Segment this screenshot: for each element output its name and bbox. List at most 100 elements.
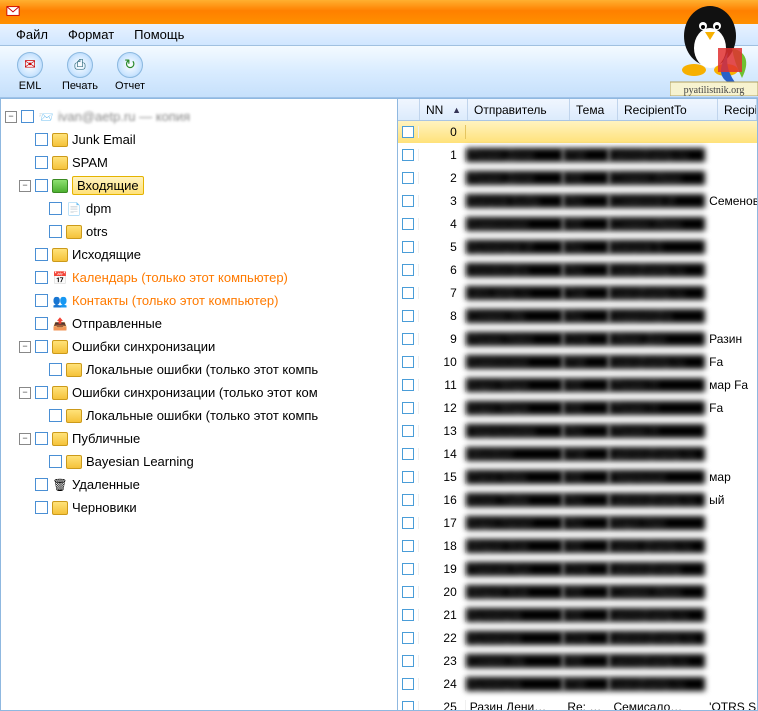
row-checkbox[interactable] bbox=[402, 126, 414, 138]
menu-file[interactable]: Файл bbox=[6, 25, 58, 44]
grid-row[interactable]: 4КаменскихREСемин Иван bbox=[398, 213, 757, 236]
grid-row[interactable]: 12Карл МаркREРазин НFa bbox=[398, 397, 757, 420]
tree-item-localerr2[interactable]: Локальные ошибки (только этот компь bbox=[86, 408, 318, 423]
tree-checkbox[interactable] bbox=[49, 225, 62, 238]
tree-item-public[interactable]: Публичные bbox=[72, 431, 140, 446]
row-checkbox[interactable] bbox=[402, 494, 414, 506]
tree-item-junk[interactable]: Junk Email bbox=[72, 132, 136, 147]
report-button[interactable]: ↻ Отчет bbox=[106, 49, 154, 95]
tree-checkbox[interactable] bbox=[35, 248, 48, 261]
tree-checkbox[interactable] bbox=[35, 294, 48, 307]
grid-row[interactable]: 10КаменскихFWivan@aetp.ruFa bbox=[398, 351, 757, 374]
tree-checkbox[interactable] bbox=[35, 133, 48, 146]
menu-format[interactable]: Формат bbox=[58, 25, 124, 44]
grid-row[interactable]: 20Марат КовREСемин Иван bbox=[398, 581, 757, 604]
row-checkbox[interactable] bbox=[402, 333, 414, 345]
tree-item-localerr[interactable]: Локальные ошибки (только этот компь bbox=[86, 362, 318, 377]
print-button[interactable]: ⎙ Печать bbox=[56, 49, 104, 95]
row-checkbox[interactable] bbox=[402, 287, 414, 299]
row-checkbox[interactable] bbox=[402, 517, 414, 529]
grid-body[interactable]: 01Разин ДениFWsemi@aetp.ru2Разин ДениREС… bbox=[398, 121, 757, 710]
tree-checkbox[interactable] bbox=[21, 110, 34, 123]
grid-row[interactable]: 9Разин НикоОтвИван ДанРазин bbox=[398, 328, 757, 351]
tree-checkbox[interactable] bbox=[35, 501, 48, 514]
row-checkbox[interactable] bbox=[402, 586, 414, 598]
collapse-icon[interactable]: − bbox=[19, 180, 31, 192]
row-checkbox[interactable] bbox=[402, 609, 414, 621]
tree-checkbox[interactable] bbox=[49, 455, 62, 468]
grid-row[interactable]: 16Клоп ТаймRe:admin@aetp.ruый bbox=[398, 489, 757, 512]
tree-checkbox[interactable] bbox=[49, 363, 62, 376]
grid-row[interactable]: 24КузнецовFWivan@aetp.ru bbox=[398, 673, 757, 696]
tree-checkbox[interactable] bbox=[35, 340, 48, 353]
grid-row[interactable]: 8Семин ИвRe:support@a bbox=[398, 305, 757, 328]
row-checkbox[interactable] bbox=[402, 195, 414, 207]
tree-checkbox[interactable] bbox=[49, 202, 62, 215]
row-checkbox[interactable] bbox=[402, 356, 414, 368]
row-checkbox[interactable] bbox=[402, 264, 414, 276]
column-sender[interactable]: Отправитель bbox=[468, 99, 570, 120]
tree-checkbox[interactable] bbox=[35, 478, 48, 491]
row-checkbox[interactable] bbox=[402, 632, 414, 644]
column-recipient[interactable]: RecipientTo bbox=[618, 99, 718, 120]
row-checkbox[interactable] bbox=[402, 172, 414, 184]
collapse-icon[interactable]: − bbox=[19, 433, 31, 445]
collapse-icon[interactable]: − bbox=[5, 111, 17, 123]
row-checkbox[interactable] bbox=[402, 402, 414, 414]
tree-root-label[interactable]: ivan@aetp.ru — копия bbox=[58, 109, 190, 124]
row-checkbox[interactable] bbox=[402, 241, 414, 253]
tree-item-spam[interactable]: SPAM bbox=[72, 155, 108, 170]
grid-row[interactable]: 14MonitorrFWadmin@aetp.ru bbox=[398, 443, 757, 466]
grid-row[interactable]: 17Карл НапитRe:Карл Нап bbox=[398, 512, 757, 535]
column-subject[interactable]: Тема bbox=[570, 99, 618, 120]
tree-checkbox[interactable] bbox=[35, 432, 48, 445]
grid-row[interactable]: 3Багров БобрRe:Семенов ИСеменов bbox=[398, 190, 757, 213]
tree-item-outbox[interactable]: Исходящие bbox=[72, 247, 141, 262]
tree-item-sent[interactable]: Отправленные bbox=[72, 316, 162, 331]
row-checkbox[interactable] bbox=[402, 149, 414, 161]
grid-row[interactable]: 1Разин ДениFWsemi@aetp.ru bbox=[398, 144, 757, 167]
grid-row[interactable]: 25Разин Дени…Re: …Семисало…'OTRS S bbox=[398, 696, 757, 710]
row-checkbox[interactable] bbox=[402, 379, 414, 391]
grid-row[interactable]: 18Марат КовREsemi @aetp.ru bbox=[398, 535, 757, 558]
row-checkbox[interactable] bbox=[402, 310, 414, 322]
grid-row[interactable]: 21КузнецовREsemi@aetp.ru bbox=[398, 604, 757, 627]
row-checkbox[interactable] bbox=[402, 701, 414, 710]
row-checkbox[interactable] bbox=[402, 425, 414, 437]
grid-row[interactable]: 7otrs.aetp.ruТикivan@aetp.ru bbox=[398, 282, 757, 305]
eml-button[interactable]: ✉ EML bbox=[6, 49, 54, 95]
row-checkbox[interactable] bbox=[402, 678, 414, 690]
grid-row[interactable]: 22КузнецовОтвadmin@aetp.ru bbox=[398, 627, 757, 650]
tree-item-syncerr2[interactable]: Ошибки синхронизации (только этот ком bbox=[72, 385, 318, 400]
tree-item-drafts[interactable]: Черновики bbox=[72, 500, 137, 515]
menu-help[interactable]: Помощь bbox=[124, 25, 194, 44]
tree-checkbox[interactable] bbox=[35, 179, 48, 192]
column-recipientcc[interactable]: Recipient bbox=[718, 99, 757, 120]
column-nn[interactable]: NN▲ bbox=[420, 99, 468, 120]
grid-row[interactable]: 11Карл МаркREРазин Нмар Fa bbox=[398, 374, 757, 397]
tree-checkbox[interactable] bbox=[35, 156, 48, 169]
row-checkbox[interactable] bbox=[402, 218, 414, 230]
grid-row[interactable]: 0 bbox=[398, 121, 757, 144]
grid-row[interactable]: 2Разин ДениREСемин Иван bbox=[398, 167, 757, 190]
grid-row[interactable]: 13ЧернышеваRe:Разин Н bbox=[398, 420, 757, 443]
tree-item-bayes[interactable]: Bayesian Learning bbox=[86, 454, 194, 469]
row-checkbox[interactable] bbox=[402, 471, 414, 483]
grid-row[interactable]: 19Таисия КусОтвadmin@aetp bbox=[398, 558, 757, 581]
row-checkbox[interactable] bbox=[402, 540, 414, 552]
tree-item-otrs[interactable]: otrs bbox=[86, 224, 108, 239]
grid-row[interactable]: 15Parol ItaliaREЧернышемар bbox=[398, 466, 757, 489]
tree-checkbox[interactable] bbox=[49, 409, 62, 422]
tree-item-deleted[interactable]: Удаленные bbox=[72, 477, 140, 492]
row-checkbox[interactable] bbox=[402, 655, 414, 667]
tree-item-calendar[interactable]: Календарь (только этот компьютер) bbox=[72, 270, 288, 285]
tree-item-syncerr[interactable]: Ошибки синхронизации bbox=[72, 339, 215, 354]
grid-row[interactable]: 23Семин ИвREsemi@aetp.ru bbox=[398, 650, 757, 673]
tree-item-inbox[interactable]: Входящие bbox=[72, 176, 144, 195]
collapse-icon[interactable]: − bbox=[19, 387, 31, 399]
tree-checkbox[interactable] bbox=[35, 317, 48, 330]
tree-checkbox[interactable] bbox=[35, 386, 48, 399]
grid-row[interactable]: 6monitor@aRe:ivan@aetp.ru bbox=[398, 259, 757, 282]
collapse-icon[interactable]: − bbox=[19, 341, 31, 353]
row-checkbox[interactable] bbox=[402, 563, 414, 575]
